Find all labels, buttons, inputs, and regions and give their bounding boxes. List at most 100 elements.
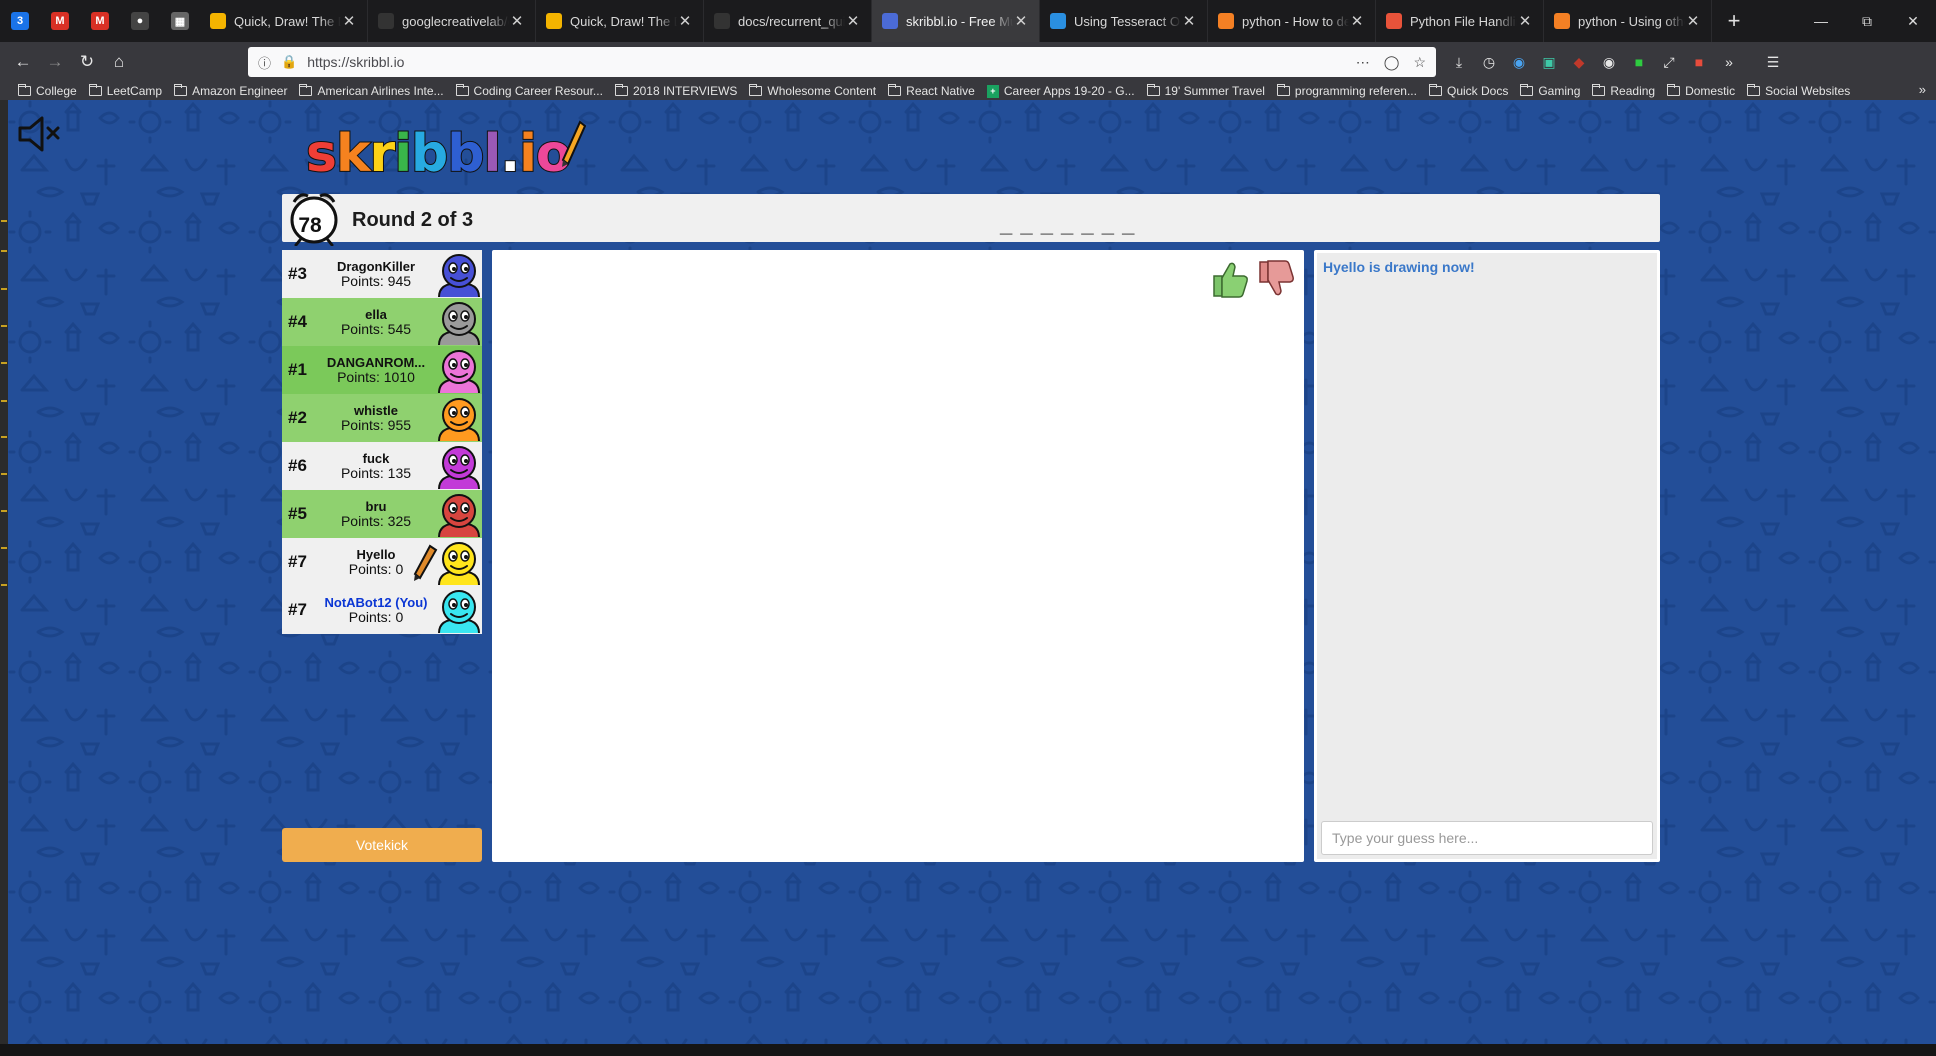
- close-tab-icon[interactable]: ✕: [1013, 12, 1029, 30]
- round-indicator: Round 2 of 3: [352, 209, 474, 231]
- pinned-tab[interactable]: 3: [0, 0, 40, 42]
- bookmark-item[interactable]: Quick Docs: [1428, 84, 1508, 98]
- gmail-icon: M: [51, 12, 69, 30]
- pinned-tab[interactable]: M: [80, 0, 120, 42]
- close-tab-icon[interactable]: ✕: [1349, 12, 1365, 30]
- chat-system-message: Hyello is drawing now!: [1323, 259, 1475, 275]
- player-row[interactable]: #1 DANGANROM... Points: 1010: [282, 346, 482, 394]
- player-points: Points: 0: [348, 609, 404, 625]
- bookmark-item[interactable]: College: [18, 84, 77, 98]
- player-points: Points: 545: [340, 321, 412, 337]
- overflow-icon[interactable]: »: [1718, 51, 1740, 73]
- browser-tab[interactable]: Python File Handlin ✕: [1376, 0, 1544, 42]
- thumbs-down-icon[interactable]: [1254, 258, 1296, 300]
- player-points: Points: 135: [340, 465, 412, 481]
- bookmark-label: Gaming: [1538, 84, 1581, 98]
- bookmarks-toolbar: College LeetCamp Amazon Engineer American A…: [0, 82, 1936, 100]
- bookmark-item[interactable]: American Airlines Inte...: [299, 84, 444, 98]
- logo-letter: k: [335, 124, 372, 184]
- extension-blue-icon[interactable]: ◉: [1508, 51, 1530, 73]
- back-icon[interactable]: ←: [8, 47, 38, 77]
- browser-tab[interactable]: Quick, Draw! The Da✕: [200, 0, 368, 42]
- browser-tab[interactable]: googlecreativelab/q ✕: [368, 0, 536, 42]
- bookmark-item[interactable]: Gaming: [1520, 84, 1580, 98]
- browser-tab[interactable]: python - How to de ✕: [1208, 0, 1376, 42]
- minimize-icon[interactable]: —: [1798, 0, 1844, 42]
- votekick-button[interactable]: Votekick: [282, 828, 482, 862]
- guess-input[interactable]: [1321, 821, 1653, 855]
- player-row[interactable]: #2 whistle Points: 955: [282, 394, 482, 442]
- bookmark-item[interactable]: Amazon Engineer: [174, 84, 287, 98]
- close-tab-icon[interactable]: ✕: [341, 12, 357, 30]
- player-info: fuck Points: 135: [316, 452, 436, 480]
- bookmark-item[interactable]: Coding Career Resour...: [455, 84, 603, 98]
- pinned-tab[interactable]: ●: [120, 0, 160, 42]
- bookmark-star-icon[interactable]: ☆: [1413, 54, 1426, 71]
- browser-tab[interactable]: Using Tesseract OCR✕: [1040, 0, 1208, 42]
- close-tab-icon[interactable]: ✕: [845, 12, 861, 30]
- browser-tab-active[interactable]: skribbl.io - Free Mul ✕: [872, 0, 1040, 42]
- sound-muted-icon[interactable]: [16, 114, 64, 154]
- home-icon[interactable]: ⌂: [104, 47, 134, 77]
- page-actions-icon[interactable]: ⋯: [1356, 54, 1370, 71]
- player-avatar: [436, 251, 482, 298]
- browser-tab[interactable]: docs/recurrent_qui ✕: [704, 0, 872, 42]
- extension-red-icon[interactable]: ■: [1688, 51, 1710, 73]
- bookmark-label: Career Apps 19-20 - G...: [1003, 84, 1135, 98]
- download-icon[interactable]: ⤓: [1448, 51, 1470, 73]
- drawing-canvas[interactable]: [492, 250, 1304, 862]
- extension-green-icon[interactable]: ■: [1628, 51, 1650, 73]
- bookmark-item[interactable]: Domestic: [1667, 84, 1735, 98]
- bookmark-item[interactable]: React Native: [888, 84, 975, 98]
- extension-eye-icon[interactable]: ◉: [1598, 51, 1620, 73]
- close-tab-icon[interactable]: ✕: [509, 12, 525, 30]
- player-name: fuck: [362, 452, 390, 466]
- bookmark-item[interactable]: 2018 INTERVIEWS: [614, 84, 737, 98]
- folder-icon: [88, 84, 102, 96]
- info-icon[interactable]: ⓘ: [258, 53, 271, 72]
- url-text[interactable]: https://skribbl.io: [307, 54, 1342, 70]
- pocket-icon[interactable]: ◯: [1384, 54, 1400, 71]
- pinned-tab[interactable]: ▦: [160, 0, 200, 42]
- history-icon[interactable]: ◷: [1478, 51, 1500, 73]
- close-tab-icon[interactable]: ✕: [1517, 12, 1533, 30]
- browser-tab[interactable]: Quick, Draw! The Da✕: [536, 0, 704, 42]
- tab-title: Quick, Draw! The Da: [234, 13, 341, 29]
- geeks-icon: [1386, 13, 1402, 29]
- extension-save-icon[interactable]: ▣: [1538, 51, 1560, 73]
- bookmark-item[interactable]: programming referen...: [1276, 84, 1417, 98]
- ublock-icon[interactable]: ◆: [1568, 51, 1590, 73]
- forward-icon[interactable]: →: [40, 47, 70, 77]
- bookmark-item[interactable]: 19' Summer Travel: [1146, 84, 1265, 98]
- reload-icon[interactable]: ↻: [72, 47, 102, 77]
- player-row[interactable]: #7 Hyello Points: 0: [282, 538, 482, 586]
- browser-tab[interactable]: python - Using othe ✕: [1544, 0, 1712, 42]
- player-row[interactable]: #3 DragonKiller Points: 945: [282, 250, 482, 298]
- player-row[interactable]: #7 NotABot12 (You) Points: 0: [282, 586, 482, 634]
- bookmark-item[interactable]: Wholesome Content: [749, 84, 876, 98]
- player-row[interactable]: #5 bru Points: 325: [282, 490, 482, 538]
- bookmarks-overflow-button[interactable]: »: [1919, 82, 1926, 97]
- address-bar[interactable]: ⓘ 🔒 https://skribbl.io ⋯ ◯ ☆: [248, 47, 1436, 77]
- player-row[interactable]: #6 fuck Points: 135: [282, 442, 482, 490]
- resize-icon[interactable]: ⤢: [1658, 51, 1680, 73]
- menu-icon[interactable]: ☰: [1762, 51, 1784, 73]
- close-tab-icon[interactable]: ✕: [1685, 12, 1701, 30]
- new-tab-button[interactable]: +: [1712, 0, 1756, 42]
- drawing-pencil-icon: [412, 544, 438, 582]
- player-name: NotABot12 (You): [324, 596, 428, 610]
- bookmark-item[interactable]: Social Websites: [1747, 84, 1850, 98]
- bookmark-item[interactable]: + Career Apps 19-20 - G...: [986, 84, 1135, 98]
- close-tab-icon[interactable]: ✕: [677, 12, 693, 30]
- bookmark-item[interactable]: LeetCamp: [88, 84, 162, 98]
- player-name: bru: [365, 500, 387, 514]
- player-info: DragonKiller Points: 945: [316, 260, 436, 288]
- close-window-icon[interactable]: ✕: [1890, 0, 1936, 42]
- pinned-tab[interactable]: M: [40, 0, 80, 42]
- bookmark-item[interactable]: Reading: [1592, 84, 1655, 98]
- thumbs-up-icon[interactable]: [1208, 258, 1250, 300]
- close-tab-icon[interactable]: ✕: [1181, 12, 1197, 30]
- tab-title: docs/recurrent_qui: [738, 13, 845, 29]
- player-row[interactable]: #4 ella Points: 545: [282, 298, 482, 346]
- restore-icon[interactable]: ⧉: [1844, 0, 1890, 42]
